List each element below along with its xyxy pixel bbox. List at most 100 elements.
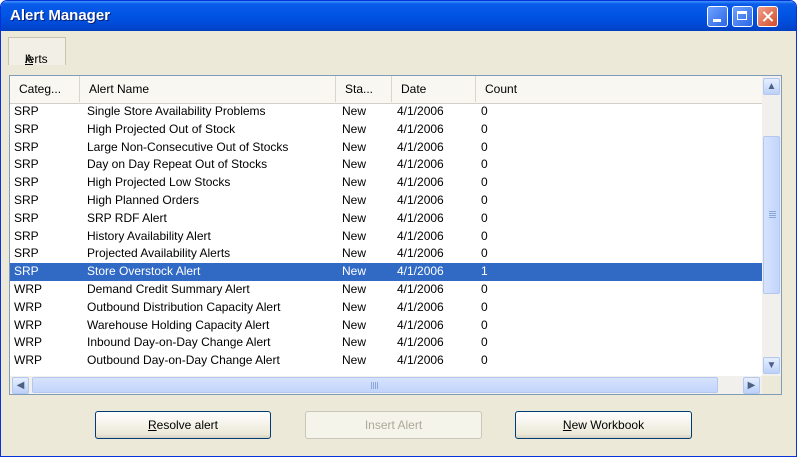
row-date: 4/1/2006 (397, 157, 444, 172)
row-date: 4/1/2006 (397, 264, 444, 279)
row-date: 4/1/2006 (397, 139, 444, 154)
table-row[interactable]: SRP Single Store Availability Problems New… (10, 103, 762, 121)
row-date: 4/1/2006 (397, 317, 444, 332)
minimize-icon[interactable] (707, 6, 728, 27)
row-date: 4/1/2006 (397, 210, 444, 225)
row-status: New (342, 157, 367, 172)
row-category: SRP (14, 139, 39, 154)
menu-bar (1, 31, 796, 67)
table-row[interactable]: SRP High Projected Low Stocks New 4/1/2006 0 (10, 174, 762, 192)
column-header-date[interactable]: Date (392, 76, 476, 102)
horizontal-scrollbar[interactable]: ◀ ▶ (10, 376, 762, 394)
row-alert-name: History Availability Alert (87, 228, 211, 243)
scroll-down-icon[interactable]: ▼ (763, 357, 780, 374)
row-date: 4/1/2006 (397, 281, 444, 296)
row-alert-name: SRP RDF Alert (87, 210, 167, 225)
row-category: WRP (14, 335, 42, 350)
row-category: SRP (14, 210, 39, 225)
alerts-list[interactable]: Categ... Alert Name Sta... Date Count SR… (9, 75, 782, 395)
row-count: 0 (481, 139, 488, 154)
row-status: New (342, 317, 367, 332)
row-status: New (342, 246, 367, 261)
row-count: 0 (481, 121, 488, 136)
row-date: 4/1/2006 (397, 246, 444, 261)
close-icon[interactable] (757, 6, 778, 27)
row-alert-name: High Planned Orders (87, 192, 200, 207)
table-row[interactable]: WRP Inbound Day-on-Day Change Alert New 4/1… (10, 334, 762, 352)
row-alert-name: Outbound Distribution Capacity Alert (87, 299, 281, 314)
table-row[interactable]: WRP Outbound Distribution Capacity Alert N… (10, 299, 762, 317)
row-date: 4/1/2006 (397, 192, 444, 207)
column-header-alert-name[interactable]: Alert Name (80, 76, 336, 102)
horizontal-scroll-thumb[interactable] (32, 377, 718, 393)
row-alert-name: Projected Availability Alerts (87, 246, 231, 261)
row-count: 0 (481, 317, 488, 332)
row-count: 0 (481, 299, 488, 314)
row-count: 1 (481, 264, 488, 279)
row-category: SRP (14, 157, 39, 172)
row-count: 0 (481, 353, 488, 368)
table-row[interactable]: SRP Day on Day Repeat Out of Stocks New 4/1… (10, 156, 762, 174)
menu-tab-alerts[interactable]: Alerts (8, 37, 66, 66)
vertical-scrollbar[interactable]: ▲ ▼ (762, 76, 781, 376)
row-date: 4/1/2006 (397, 121, 444, 136)
row-category: WRP (14, 317, 42, 332)
row-count: 0 (481, 246, 488, 261)
row-count: 0 (481, 210, 488, 225)
row-count: 0 (481, 175, 488, 190)
table-row[interactable]: WRP Demand Credit Summary Alert New 4/1/200… (10, 281, 762, 299)
window-title: Alert Manager (10, 7, 111, 24)
row-status: New (342, 210, 367, 225)
row-count: 0 (481, 281, 488, 296)
row-count: 0 (481, 157, 488, 172)
row-status: New (342, 104, 367, 118)
row-status: New (342, 264, 367, 279)
table-row[interactable]: SRP Store Overstock Alert New 4/1/2006 1 (10, 263, 762, 281)
row-alert-name: Demand Credit Summary Alert (87, 281, 250, 296)
row-count: 0 (481, 335, 488, 350)
column-header-status[interactable]: Sta... (336, 76, 392, 102)
row-alert-name: Warehouse Holding Capacity Alert (87, 317, 270, 332)
row-date: 4/1/2006 (397, 104, 444, 118)
row-status: New (342, 139, 367, 154)
row-category: SRP (14, 192, 39, 207)
table-row[interactable]: SRP History Availability Alert New 4/1/2006… (10, 228, 762, 246)
table-row[interactable]: SRP High Projected Out of Stock New 4/1/200… (10, 121, 762, 139)
table-row[interactable]: WRP Outbound Day-on-Day Change Alert New 4/… (10, 352, 762, 370)
column-header-category[interactable]: Categ... (10, 76, 80, 102)
row-alert-name: High Projected Out of Stock (87, 121, 236, 136)
table-row[interactable]: SRP SRP RDF Alert New 4/1/2006 0 (10, 210, 762, 228)
scroll-up-icon[interactable]: ▲ (763, 78, 780, 95)
row-category: WRP (14, 281, 42, 296)
list-rows: SRP Single Store Availability Problems New… (10, 103, 762, 370)
row-category: WRP (14, 299, 42, 314)
row-date: 4/1/2006 (397, 353, 444, 368)
row-status: New (342, 192, 367, 207)
row-status: New (342, 335, 367, 350)
table-row[interactable]: SRP High Planned Orders New 4/1/2006 0 (10, 192, 762, 210)
scroll-right-icon[interactable]: ▶ (743, 377, 760, 394)
insert-alert-button: Insert Alert (305, 411, 482, 439)
row-status: New (342, 281, 367, 296)
table-row[interactable]: WRP Warehouse Holding Capacity Alert New 4/… (10, 317, 762, 335)
column-header-count[interactable]: Count (476, 76, 762, 102)
row-alert-name: Inbound Day-on-Day Change Alert (87, 335, 271, 350)
new-workbook-button[interactable]: New Workbook (515, 411, 692, 439)
row-status: New (342, 299, 367, 314)
row-status: New (342, 353, 367, 368)
title-bar[interactable]: Alert Manager (1, 1, 796, 31)
row-category: SRP (14, 121, 39, 136)
table-row[interactable]: SRP Projected Availability Alerts New 4/1/2… (10, 245, 762, 263)
scroll-left-icon[interactable]: ◀ (12, 377, 29, 394)
table-row[interactable]: SRP Large Non-Consecutive Out of Stocks Ne… (10, 139, 762, 157)
maximize-icon[interactable] (732, 6, 753, 27)
vertical-scroll-thumb[interactable] (763, 136, 780, 294)
resolve-alert-button[interactable]: Resolve alert (95, 411, 271, 439)
row-category: SRP (14, 104, 39, 118)
row-alert-name: Large Non-Consecutive Out of Stocks (87, 139, 289, 154)
row-date: 4/1/2006 (397, 335, 444, 350)
row-date: 4/1/2006 (397, 228, 444, 243)
row-status: New (342, 175, 367, 190)
row-count: 0 (481, 104, 488, 118)
row-date: 4/1/2006 (397, 175, 444, 190)
